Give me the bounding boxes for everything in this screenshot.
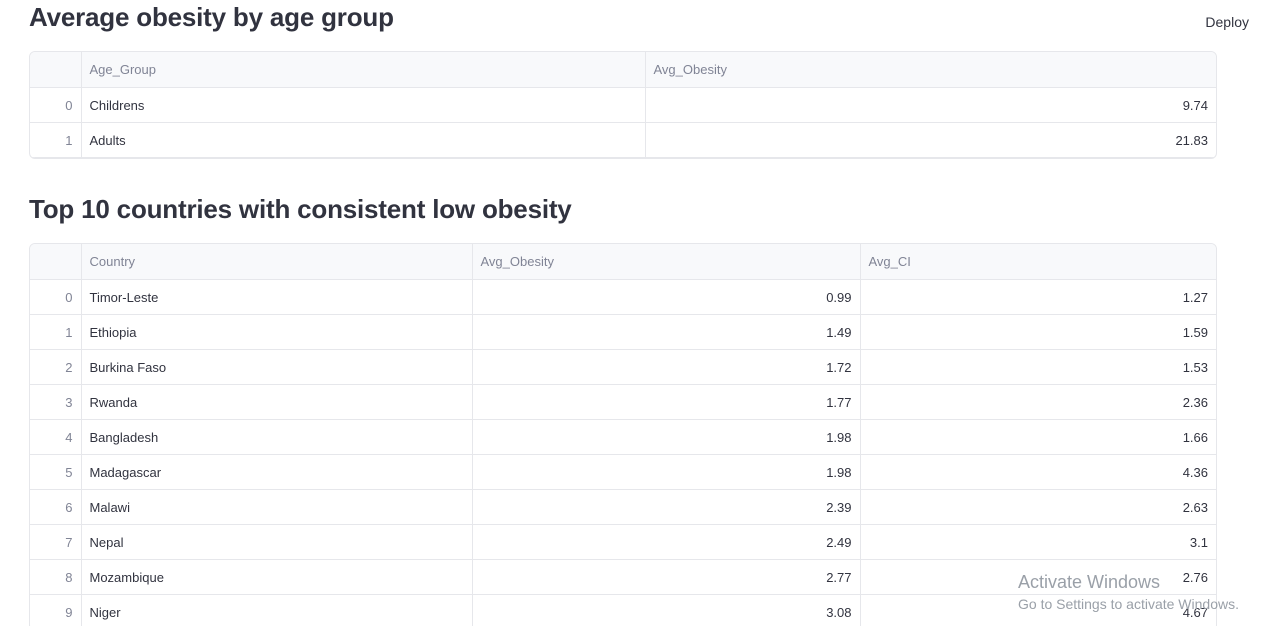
cell-avg-obesity[interactable]: 21.83	[645, 122, 1216, 158]
cell-avg-obesity[interactable]: 9.74	[645, 87, 1216, 123]
column-header-avg-ci[interactable]: Avg_CI	[860, 244, 1216, 280]
cell-avg-ci[interactable]: 1.53	[860, 349, 1216, 385]
table-header-row: Age_Group Avg_Obesity	[30, 52, 1216, 88]
cell-avg-ci[interactable]: 2.63	[860, 489, 1216, 525]
cell-avg-ci[interactable]: 4.36	[860, 454, 1216, 490]
cell-age-group[interactable]: Childrens	[81, 87, 646, 123]
table-row: 1 Ethiopia 1.49 1.59	[30, 314, 1216, 350]
table-row: 9 Niger 3.08 4.67	[30, 594, 1216, 626]
cell-country[interactable]: Bangladesh	[81, 419, 473, 455]
cell-avg-ci[interactable]: 2.36	[860, 384, 1216, 420]
cell-avg-ci[interactable]: 1.59	[860, 314, 1216, 350]
cell-country[interactable]: Timor-Leste	[81, 279, 473, 315]
cell-avg-obesity[interactable]: 1.72	[472, 349, 861, 385]
row-index[interactable]: 8	[30, 559, 82, 595]
cell-country[interactable]: Rwanda	[81, 384, 473, 420]
section-title-age-group: Average obesity by age group	[29, 2, 394, 32]
cell-avg-obesity[interactable]: 2.49	[472, 524, 861, 560]
row-index[interactable]: 6	[30, 489, 82, 525]
row-index[interactable]: 1	[30, 314, 82, 350]
cell-age-group[interactable]: Adults	[81, 122, 646, 158]
column-header-age-group[interactable]: Age_Group	[81, 52, 646, 88]
row-index[interactable]: 0	[30, 279, 82, 315]
cell-avg-ci[interactable]: 3.1	[860, 524, 1216, 560]
column-header-index[interactable]	[30, 244, 82, 280]
low-obesity-countries-table[interactable]: Country Avg_Obesity Avg_CI 0 Timor-Leste…	[29, 243, 1217, 626]
table-row: 0 Timor-Leste 0.99 1.27	[30, 279, 1216, 315]
row-index[interactable]: 7	[30, 524, 82, 560]
cell-avg-ci[interactable]: 4.67	[860, 594, 1216, 626]
table-header-row: Country Avg_Obesity Avg_CI	[30, 244, 1216, 280]
row-index[interactable]: 4	[30, 419, 82, 455]
table-row: 1 Adults 21.83	[30, 122, 1216, 158]
deploy-button[interactable]: Deploy	[1205, 14, 1249, 30]
table-row: 2 Burkina Faso 1.72 1.53	[30, 349, 1216, 385]
table-row: 5 Madagascar 1.98 4.36	[30, 454, 1216, 490]
table-row: 0 Childrens 9.74	[30, 87, 1216, 123]
age-group-table[interactable]: Age_Group Avg_Obesity 0 Childrens 9.74 1…	[29, 51, 1217, 159]
column-header-avg-obesity[interactable]: Avg_Obesity	[645, 52, 1216, 88]
cell-avg-obesity[interactable]: 3.08	[472, 594, 861, 626]
cell-country[interactable]: Niger	[81, 594, 473, 626]
cell-avg-obesity[interactable]: 1.98	[472, 419, 861, 455]
cell-country[interactable]: Nepal	[81, 524, 473, 560]
cell-avg-ci[interactable]: 2.76	[860, 559, 1216, 595]
section-title-top-countries: Top 10 countries with consistent low obe…	[29, 194, 572, 224]
row-index[interactable]: 2	[30, 349, 82, 385]
cell-country[interactable]: Malawi	[81, 489, 473, 525]
row-index[interactable]: 1	[30, 122, 82, 158]
cell-country[interactable]: Burkina Faso	[81, 349, 473, 385]
cell-avg-ci[interactable]: 1.66	[860, 419, 1216, 455]
table-row: 7 Nepal 2.49 3.1	[30, 524, 1216, 560]
table-row: 4 Bangladesh 1.98 1.66	[30, 419, 1216, 455]
cell-country[interactable]: Madagascar	[81, 454, 473, 490]
row-index[interactable]: 5	[30, 454, 82, 490]
row-index[interactable]: 3	[30, 384, 82, 420]
row-index[interactable]: 9	[30, 594, 82, 626]
row-index[interactable]: 0	[30, 87, 82, 123]
cell-avg-ci[interactable]: 1.27	[860, 279, 1216, 315]
cell-avg-obesity[interactable]: 2.39	[472, 489, 861, 525]
app-page: Deploy Average obesity by age group Age_…	[0, 0, 1266, 626]
cell-avg-obesity[interactable]: 1.98	[472, 454, 861, 490]
table-row: 6 Malawi 2.39 2.63	[30, 489, 1216, 525]
table-row: 3 Rwanda 1.77 2.36	[30, 384, 1216, 420]
column-header-country[interactable]: Country	[81, 244, 473, 280]
column-header-index[interactable]	[30, 52, 82, 88]
cell-avg-obesity[interactable]: 0.99	[472, 279, 861, 315]
cell-avg-obesity[interactable]: 2.77	[472, 559, 861, 595]
cell-avg-obesity[interactable]: 1.49	[472, 314, 861, 350]
table-row: 8 Mozambique 2.77 2.76	[30, 559, 1216, 595]
column-header-avg-obesity[interactable]: Avg_Obesity	[472, 244, 861, 280]
cell-avg-obesity[interactable]: 1.77	[472, 384, 861, 420]
cell-country[interactable]: Mozambique	[81, 559, 473, 595]
cell-country[interactable]: Ethiopia	[81, 314, 473, 350]
